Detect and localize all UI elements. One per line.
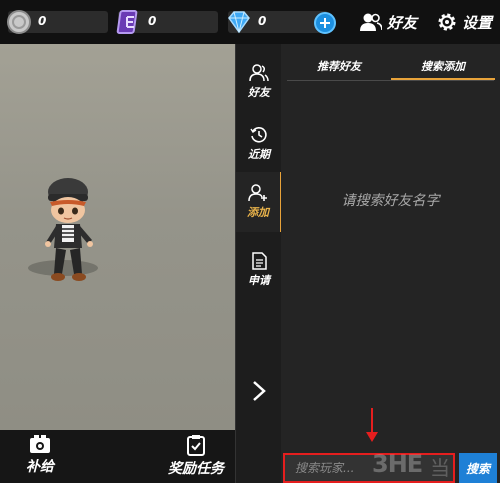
friends-icon [249,64,269,82]
clipboard-check-icon [187,435,205,456]
search-empty-hint: 请搜索好友名字 [341,193,440,209]
friends-button[interactable]: 好友 [360,10,417,34]
nav-tab-friends-label: 好友 [248,86,270,99]
supply-label: 补给 [26,459,54,475]
diamond-icon [228,11,250,34]
chevron-right-icon[interactable] [250,380,268,402]
watermark-cn: 当 [430,456,450,480]
purple-value: 0 [148,14,157,28]
friends-label: 好友 [387,13,418,32]
character-avatar [45,178,93,281]
settings-label: 设置 [462,13,493,32]
gear-icon [438,13,456,31]
nav-tab-recent[interactable]: 近期 [236,114,282,174]
supply-box-icon [30,435,50,453]
nav-tab-request[interactable]: 申请 [236,240,282,300]
request-document-icon [252,252,267,270]
nav-tab-friends[interactable]: 好友 [236,52,282,112]
diamond-value: 0 [258,14,267,28]
currency-diamond: 0 [228,11,328,34]
currency-purple: 0 [116,10,218,34]
settings-button[interactable]: 设置 [437,10,492,34]
friends-icon [360,13,382,31]
recent-clock-icon [250,127,267,143]
reward-task-label: 奖励任务 [168,461,224,477]
tab-recommended-friends[interactable]: 推荐好友 [287,58,391,80]
watermark: 3HE [372,450,423,478]
annotation-arrow-icon [366,408,378,442]
purple-gem-icon [116,10,138,34]
tab-divider [287,80,494,81]
silver-value: 0 [38,14,47,28]
friends-side-nav: 好友 近期 添加 申请 [235,44,282,483]
supply-button[interactable]: 补给 [26,434,54,476]
friend-search-panel: 推荐好友 搜索添加 请搜索好友名字 搜索 [281,44,500,483]
tab-search-add[interactable]: 搜索添加 [391,58,495,80]
nav-tab-add[interactable]: 添加 [236,172,282,232]
nav-tab-add-label: 添加 [247,206,269,219]
currency-silver: 0 [7,10,108,34]
add-friend-icon [248,184,267,202]
search-button[interactable]: 搜索 [459,453,497,483]
nav-tab-request-label: 申请 [248,274,270,287]
reward-task-button[interactable]: 奖励任务 [168,434,224,478]
player-search-input[interactable] [285,455,453,481]
add-currency-button[interactable] [314,12,336,34]
character-preview[interactable] [0,44,235,430]
nav-tab-recent-label: 近期 [248,148,270,161]
silver-coin-icon [7,10,31,34]
bottom-bar: 补给 奖励任务 [0,430,235,483]
top-bar: 0 0 0 好友 设置 [0,0,500,44]
